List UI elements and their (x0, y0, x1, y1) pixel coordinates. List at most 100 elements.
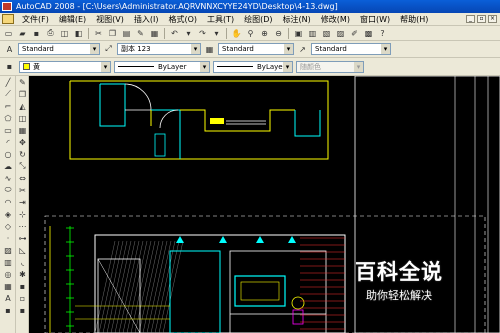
properties-icon[interactable]: ▣ (292, 27, 305, 39)
chamfer-icon[interactable]: ◺ (17, 244, 29, 256)
multiline-text-icon[interactable]: A (1, 292, 15, 304)
menu-draw[interactable]: 绘图(D) (239, 14, 277, 25)
drawing-canvas[interactable] (30, 76, 500, 333)
break-at-point-icon[interactable]: ⊹ (17, 208, 29, 220)
print-icon[interactable]: ⎙ (44, 27, 57, 39)
markup-icon[interactable]: ✐ (348, 27, 361, 39)
hatch-icon[interactable]: ▨ (1, 244, 15, 256)
trim-icon[interactable]: ✂ (17, 184, 29, 196)
explode-icon[interactable]: ✱ (17, 268, 29, 280)
gradient-icon[interactable]: ▥ (1, 256, 15, 268)
undo-icon[interactable]: ↶ (168, 27, 181, 39)
rectangle-icon[interactable]: ▭ (1, 124, 15, 136)
menu-tools[interactable]: 工具(T) (202, 14, 239, 25)
close-icon[interactable]: × (488, 15, 497, 23)
autocad-app-icon[interactable] (2, 2, 12, 11)
ellipse-icon[interactable]: ⬭ (1, 184, 15, 196)
join-icon[interactable]: ⊶ (17, 232, 29, 244)
menu-insert[interactable]: 插入(I) (129, 14, 164, 25)
linetype-select[interactable]: ByLayer (114, 60, 210, 73)
region-icon[interactable]: ◎ (1, 268, 15, 280)
document-icon[interactable] (2, 14, 14, 24)
modify-extra-icon-2[interactable]: ▫ (17, 292, 29, 304)
menu-dimension[interactable]: 标注(N) (278, 14, 316, 25)
print-preview-icon[interactable]: ◫ (58, 27, 71, 39)
help-icon[interactable]: ? (376, 27, 389, 39)
pan-icon[interactable]: ✋ (230, 27, 243, 39)
menu-edit[interactable]: 编辑(E) (54, 14, 91, 25)
text-style-select[interactable]: Standard (18, 43, 100, 55)
text-style-icon[interactable]: A (3, 43, 16, 55)
rotate-icon[interactable]: ↻ (17, 148, 29, 160)
copy-object-icon[interactable]: ❐ (17, 88, 29, 100)
insert-block-icon[interactable]: ◈ (1, 208, 15, 220)
point-icon[interactable]: · (1, 232, 15, 244)
cut-icon[interactable]: ✂ (92, 27, 105, 39)
color-swatch (23, 63, 30, 70)
copy-icon[interactable]: ❐ (106, 27, 119, 39)
minimize-icon[interactable]: _ (466, 15, 475, 23)
extend-icon[interactable]: ⇥ (17, 196, 29, 208)
calculator-icon[interactable]: ▩ (362, 27, 375, 39)
color-control-icon[interactable]: ▪ (3, 61, 16, 73)
save-icon[interactable]: ▪ (30, 27, 43, 39)
match-properties-icon[interactable]: ✎ (134, 27, 147, 39)
plot-style-select[interactable]: 随颜色 (296, 60, 364, 73)
stretch-icon[interactable]: ⇔ (17, 172, 29, 184)
publish-icon[interactable]: ◧ (72, 27, 85, 39)
multileader-style-select[interactable]: Standard (311, 43, 391, 55)
title-block-frame (354, 76, 500, 333)
make-block-icon[interactable]: ◇ (1, 220, 15, 232)
modify-extra-icon-3[interactable]: ▪ (17, 304, 29, 316)
revision-cloud-icon[interactable]: ☁ (1, 160, 15, 172)
lineweight-select[interactable]: ByLayer (213, 60, 293, 73)
table-style-icon[interactable]: ▦ (203, 43, 216, 55)
multileader-style-icon[interactable]: ↗ (296, 43, 309, 55)
sheet-set-icon[interactable]: ▨ (334, 27, 347, 39)
ceiling-light-icon (176, 236, 184, 243)
scale-icon[interactable]: ⤡ (17, 160, 29, 172)
move-icon[interactable]: ✥ (17, 136, 29, 148)
menu-window[interactable]: 窗口(W) (355, 14, 395, 25)
cad-drawing (44, 76, 500, 333)
dim-style-icon[interactable]: ⤢ (102, 43, 115, 55)
restore-icon[interactable]: ▫ (477, 15, 486, 23)
table-icon[interactable]: ▦ (1, 280, 15, 292)
mirror-icon[interactable]: ◭ (17, 100, 29, 112)
ellipse-arc-icon[interactable]: ◠ (1, 196, 15, 208)
offset-icon[interactable]: ◫ (17, 112, 29, 124)
block-editor-icon[interactable]: ▦ (148, 27, 161, 39)
paste-icon[interactable]: ▤ (120, 27, 133, 39)
menu-help[interactable]: 帮助(H) (395, 14, 433, 25)
undo-dropdown-icon[interactable]: ▾ (182, 27, 195, 39)
redo-icon[interactable]: ↷ (196, 27, 209, 39)
zoom-previous-icon[interactable]: ⊖ (272, 27, 285, 39)
break-icon[interactable]: ⋯ (17, 220, 29, 232)
open-folder-icon[interactable]: ▰ (16, 27, 29, 39)
polygon-icon[interactable]: ⬠ (1, 112, 15, 124)
table-style-select[interactable]: Standard (218, 43, 294, 55)
redo-dropdown-icon[interactable]: ▾ (210, 27, 223, 39)
construction-line-icon[interactable]: ⟋ (1, 88, 15, 100)
erase-icon[interactable]: ✎ (17, 76, 29, 88)
color-select[interactable]: 黄 (19, 60, 111, 73)
circle-icon[interactable]: ○ (1, 148, 15, 160)
draw-extra-icon[interactable]: ▪ (1, 304, 15, 316)
new-file-icon[interactable]: ▭ (2, 27, 15, 39)
tool-palettes-icon[interactable]: ▧ (320, 27, 333, 39)
zoom-realtime-icon[interactable]: ⚲ (244, 27, 257, 39)
fillet-icon[interactable]: ◟ (17, 256, 29, 268)
line-icon[interactable]: ╱ (1, 76, 15, 88)
design-center-icon[interactable]: ▥ (306, 27, 319, 39)
zoom-window-icon[interactable]: ⊕ (258, 27, 271, 39)
dim-style-select[interactable]: 副本 123 (117, 43, 201, 55)
menu-file[interactable]: 文件(F) (17, 14, 54, 25)
modify-extra-icon[interactable]: ▪ (17, 280, 29, 292)
menu-view[interactable]: 视图(V) (91, 14, 129, 25)
spline-icon[interactable]: ∿ (1, 172, 15, 184)
menu-modify[interactable]: 修改(M) (316, 14, 355, 25)
menu-format[interactable]: 格式(O) (163, 14, 202, 25)
arc-icon[interactable]: ◜ (1, 136, 15, 148)
polyline-icon[interactable]: ⌐ (1, 100, 15, 112)
array-icon[interactable]: ▦ (17, 124, 29, 136)
